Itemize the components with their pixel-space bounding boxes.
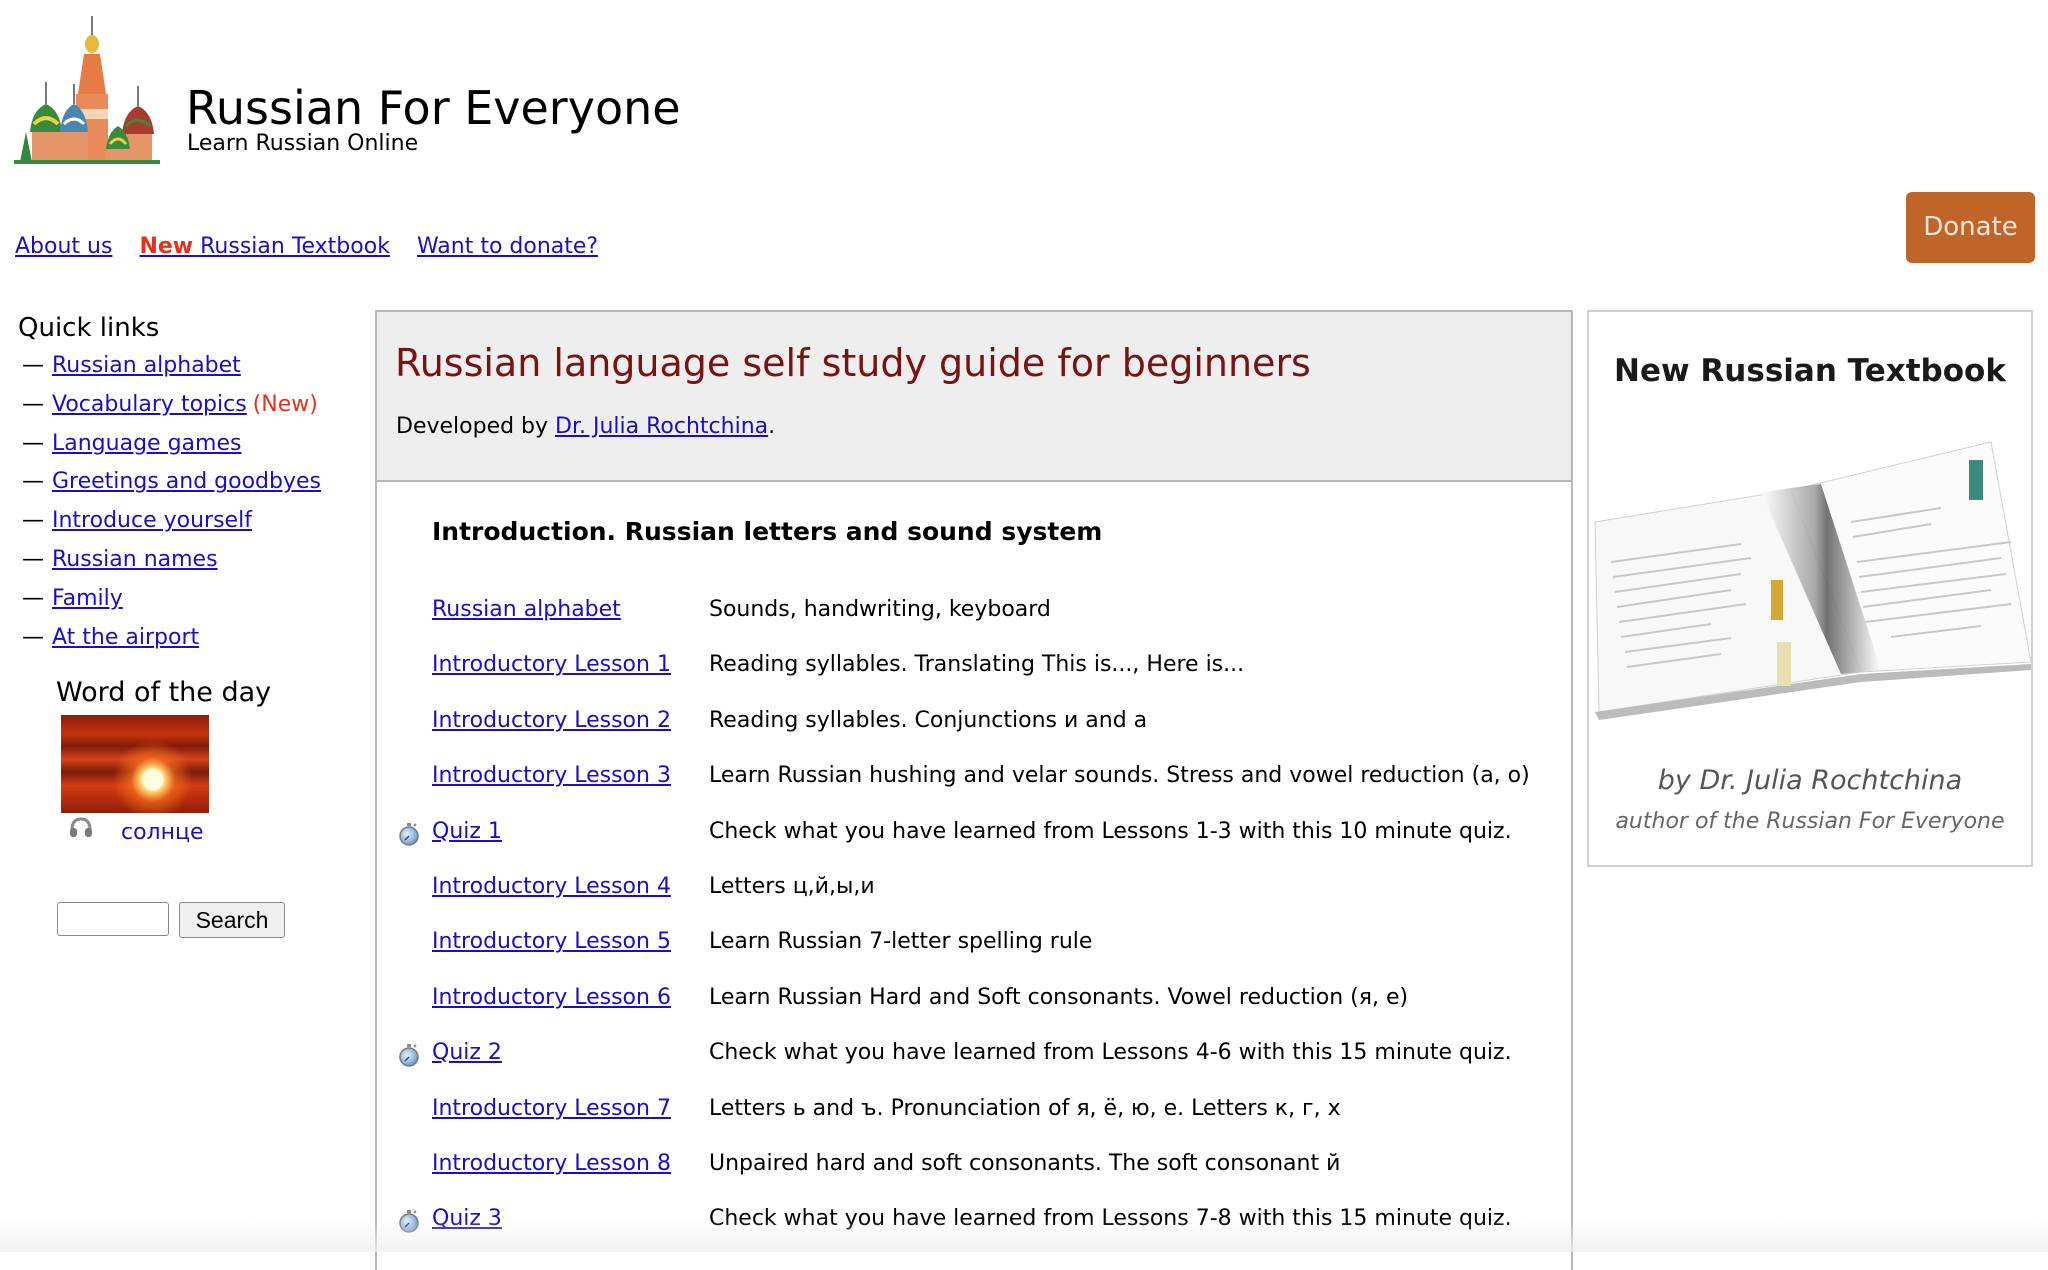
nav-new-textbook[interactable]: New Russian Textbook [139,234,389,259]
table-row: Introductory Lesson 8 Unpaired hard and s… [377,1144,1567,1184]
headphones-icon[interactable] [68,816,94,838]
quick-link-item: — Russian names [22,543,321,582]
main-header: Russian language self study guide for be… [377,312,1571,482]
lesson-link[interactable]: Quiz 3 [432,1199,502,1239]
lesson-description: Letters ц,й,ы,и [709,874,875,899]
table-row: Introductory Lesson 3 Learn Russian hushi… [377,756,1567,796]
lesson-link[interactable]: Introductory Lesson 1 [432,645,671,685]
quick-link-russian-alphabet[interactable]: Russian alphabet [52,353,241,378]
quick-link-item: — Introduce yourself [22,504,321,543]
quick-link-item: — Vocabulary topics (New) [22,388,321,427]
textbook-ad-author-note: author of the Russian For Everyone [1615,809,2005,834]
quick-link-item: — Greetings and goodbyes [22,465,321,504]
table-row: Introductory Lesson 2 Reading syllables. … [377,701,1567,741]
lesson-link[interactable]: Introductory Lesson 8 [432,1144,671,1184]
quick-links-heading: Quick links [18,313,160,343]
lesson-description: Learn Russian hushing and velar sounds. … [709,763,1530,789]
developed-by-prefix: Developed by [396,414,556,439]
lesson-link[interactable]: Introductory Lesson 2 [432,701,671,741]
donate-button[interactable]: Donate [1906,192,2035,263]
dash: — [22,430,44,456]
page-title: Russian language self study guide for be… [395,341,1311,385]
stopwatch-icon [397,1207,421,1234]
site-subtitle: Learn Russian Online [187,131,419,156]
lesson-link[interactable]: Introductory Lesson 7 [432,1089,671,1129]
quick-link-item: — Russian alphabet [22,349,321,388]
lesson-link[interactable]: Introductory Lesson 4 [432,867,671,907]
table-row: Quiz 1 Check what you have learned from L… [377,812,1567,852]
lesson-link[interactable]: Quiz 2 [432,1033,502,1073]
quick-link-vocabulary-topics[interactable]: Vocabulary topics [52,392,247,417]
open-book-image [1591,412,2031,732]
site-title: Russian For Everyone [186,81,681,135]
new-badge: New [139,234,194,259]
lesson-description: Check what you have learned from Lessons… [709,1040,1512,1066]
word-of-day-heading: Word of the day [56,677,272,708]
nav-textbook-label: Russian Textbook [193,234,390,259]
table-row: Introductory Lesson 6 Learn Russian Hard … [377,978,1567,1018]
lesson-description: Reading syllables. Conjunctions и and а [709,707,1148,733]
lesson-link[interactable]: Introductory Lesson 5 [432,922,671,962]
quick-link-family[interactable]: Family [52,586,123,611]
nav-want-to-donate[interactable]: Want to donate? [417,234,598,259]
lesson-description: Check what you have learned from Lessons… [709,818,1512,844]
sunset-image[interactable] [61,715,209,813]
lesson-link[interactable]: Introductory Lesson 3 [432,756,671,796]
quick-link-item: — Language games [22,427,321,466]
developed-by-line: Developed by Dr. Julia Rochtchina. [396,413,775,441]
quick-link-item: — At the airport [22,621,321,660]
quick-link-item: — Family [22,582,321,621]
table-row: Introductory Lesson 5 Learn Russian 7-let… [377,922,1567,962]
lesson-description: Learn Russian 7-letter spelling rule [709,929,1093,955]
developer-link[interactable]: Dr. Julia Rochtchina [555,414,768,439]
word-of-day-link[interactable]: солнце [121,819,204,847]
quick-link-greetings[interactable]: Greetings and goodbyes [52,469,321,494]
lesson-description: Reading syllables. Translating This is..… [709,652,1245,678]
dash: — [22,585,44,611]
textbook-ad-title: New Russian Textbook [1614,353,2006,389]
lesson-link[interactable]: Introductory Lesson 6 [432,978,671,1018]
developed-by-suffix: . [768,414,776,439]
quick-link-at-the-airport[interactable]: At the airport [52,625,199,650]
table-row: Introductory Lesson 7 Letters ь and ъ. Pr… [377,1089,1567,1129]
quick-link-language-games[interactable]: Language games [52,431,241,456]
dash: — [22,546,44,572]
stopwatch-icon [397,1041,421,1067]
main-panel: Russian language self study guide for be… [375,310,1573,1270]
lesson-link[interactable]: Quiz 1 [432,812,502,852]
table-row: Quiz 3 Check what you have learned from L… [377,1199,1567,1239]
stopwatch-icon [397,820,421,846]
textbook-ad[interactable]: New Russian Textbook by Dr. Julia Rochtc… [1587,310,2033,867]
lesson-description: Check what you have learned from Lessons… [709,1206,1512,1232]
lesson-description: Letters ь and ъ. Pronunciation of я, ё, … [709,1095,1341,1121]
lesson-description: Learn Russian Hard and Soft consonants. … [709,984,1409,1010]
dash: — [22,624,44,650]
lesson-link[interactable]: Russian alphabet [432,590,621,630]
search-input[interactable] [57,902,169,936]
quick-link-russian-names[interactable]: Russian names [52,547,218,572]
new-badge: (New) [252,391,318,417]
table-row: Introductory Lesson 4 Letters ц,й,ы,и [377,867,1567,907]
top-nav: About us New Russian Textbook Want to do… [15,232,618,262]
table-row: Introductory Lesson 1 Reading syllables. … [377,645,1567,685]
quick-link-introduce-yourself[interactable]: Introduce yourself [52,508,252,533]
textbook-ad-byline: by Dr. Julia Rochtchina [1657,765,1963,796]
section-heading: Introduction. Russian letters and sound … [432,517,1103,546]
quick-links-list: — Russian alphabet — Vocabulary topics (New… [22,349,321,659]
dash: — [22,391,44,417]
dash: — [22,508,44,534]
lesson-description: Sounds, handwriting, keyboard [709,597,1051,622]
lesson-description: Unpaired hard and soft consonants. The s… [709,1151,1341,1176]
table-row: Russian alphabet Sounds, handwriting, key… [377,590,1567,630]
table-row: Quiz 2 Check what you have learned from L… [377,1033,1567,1073]
cathedral-logo-icon[interactable] [14,14,160,164]
nav-about-us[interactable]: About us [15,234,112,259]
dash: — [22,353,44,378]
dash: — [22,469,44,495]
search-button[interactable]: Search [179,902,285,938]
